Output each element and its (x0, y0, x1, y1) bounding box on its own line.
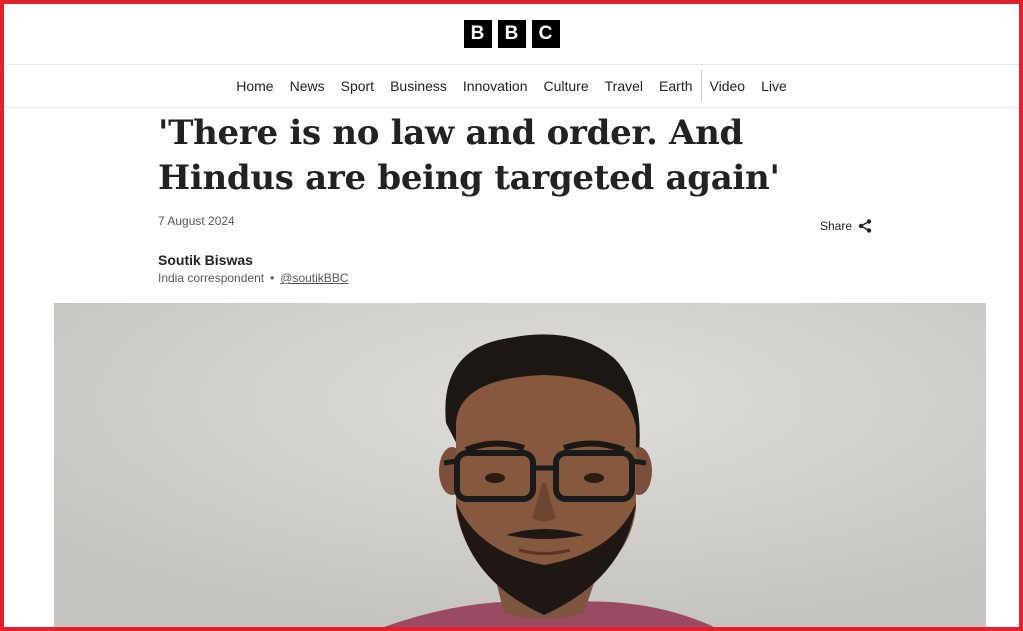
nav-item-sport[interactable]: Sport (333, 78, 382, 94)
nav-item-earth[interactable]: Earth (651, 78, 700, 94)
nav-item-business[interactable]: Business (382, 78, 455, 94)
nav-item-travel[interactable]: Travel (597, 78, 651, 94)
main-navigation: Home News Sport Business Innovation Cult… (4, 64, 1019, 108)
logo-letter: C (531, 20, 560, 48)
nav-item-live[interactable]: Live (753, 78, 795, 94)
author-meta-separator: • (270, 271, 275, 285)
share-icon (858, 219, 872, 233)
nav-item-culture[interactable]: Culture (536, 78, 597, 94)
logo-letter: B (463, 20, 492, 48)
article-photo (54, 303, 986, 627)
logo-letter: B (497, 20, 526, 48)
author-role: India correspondent (158, 271, 265, 285)
nav-item-video[interactable]: Video (702, 78, 754, 94)
article-headline: 'There is no law and order. And Hindus a… (158, 113, 780, 198)
nav-item-home[interactable]: Home (228, 78, 281, 94)
masthead: B B C (4, 4, 1019, 64)
share-label: Share (820, 219, 853, 233)
share-button[interactable]: Share (820, 219, 872, 233)
bbc-logo[interactable]: B B C (463, 20, 560, 48)
nav-item-news[interactable]: News (282, 78, 333, 94)
author-handle-link[interactable]: @soutikBBC (280, 271, 348, 285)
nav-item-innovation[interactable]: Innovation (455, 78, 536, 94)
article-date: 7 August 2024 (158, 214, 235, 228)
portrait-illustration (54, 303, 986, 627)
author-name: Soutik Biswas (158, 252, 253, 268)
author-meta: India correspondent • @soutikBBC (158, 271, 348, 285)
